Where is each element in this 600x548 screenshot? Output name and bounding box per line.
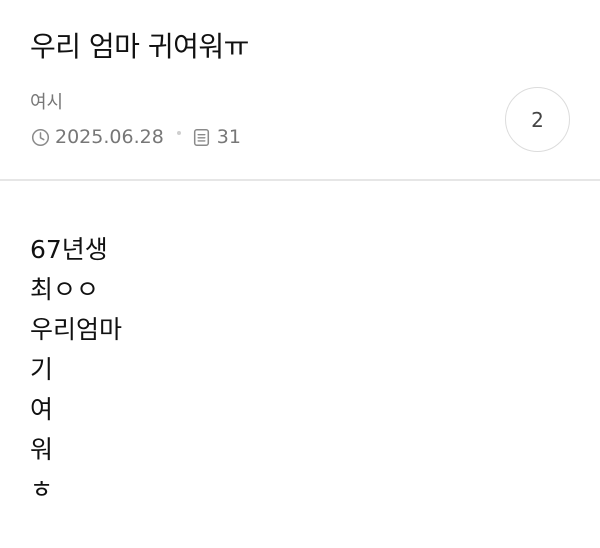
body-line: 67년생 bbox=[30, 235, 108, 264]
body-line: 기 bbox=[30, 355, 54, 384]
post-date: 2025.06.28 bbox=[55, 126, 164, 148]
body-line: 워 bbox=[30, 435, 54, 464]
body-line: 여 bbox=[30, 395, 54, 424]
body-line: 최ㅇㅇ bbox=[30, 275, 100, 304]
body-line: 우리엄마 bbox=[30, 315, 123, 344]
post-header: 우리 엄마 귀여워ㅠ 여시 2025.06.28 31 2 bbox=[0, 0, 600, 181]
post-title: 우리 엄마 귀여워ㅠ bbox=[30, 30, 249, 63]
document-icon bbox=[192, 127, 212, 147]
post-content: 67년생 최ㅇㅇ 우리엄마 기 여 워 ㅎ bbox=[30, 230, 570, 510]
comment-count-button[interactable]: 2 bbox=[505, 87, 570, 152]
body-line: ㅎ bbox=[30, 475, 54, 504]
author-name[interactable]: 여시 bbox=[30, 91, 63, 115]
post-meta: 2025.06.28 31 bbox=[30, 125, 241, 149]
view-count: 31 bbox=[216, 126, 241, 148]
post-page: 우리 엄마 귀여워ㅠ 여시 2025.06.28 31 2 67년생 최ㅇㅇ 우… bbox=[0, 0, 600, 504]
clock-icon bbox=[30, 127, 50, 147]
meta-separator bbox=[176, 131, 181, 135]
